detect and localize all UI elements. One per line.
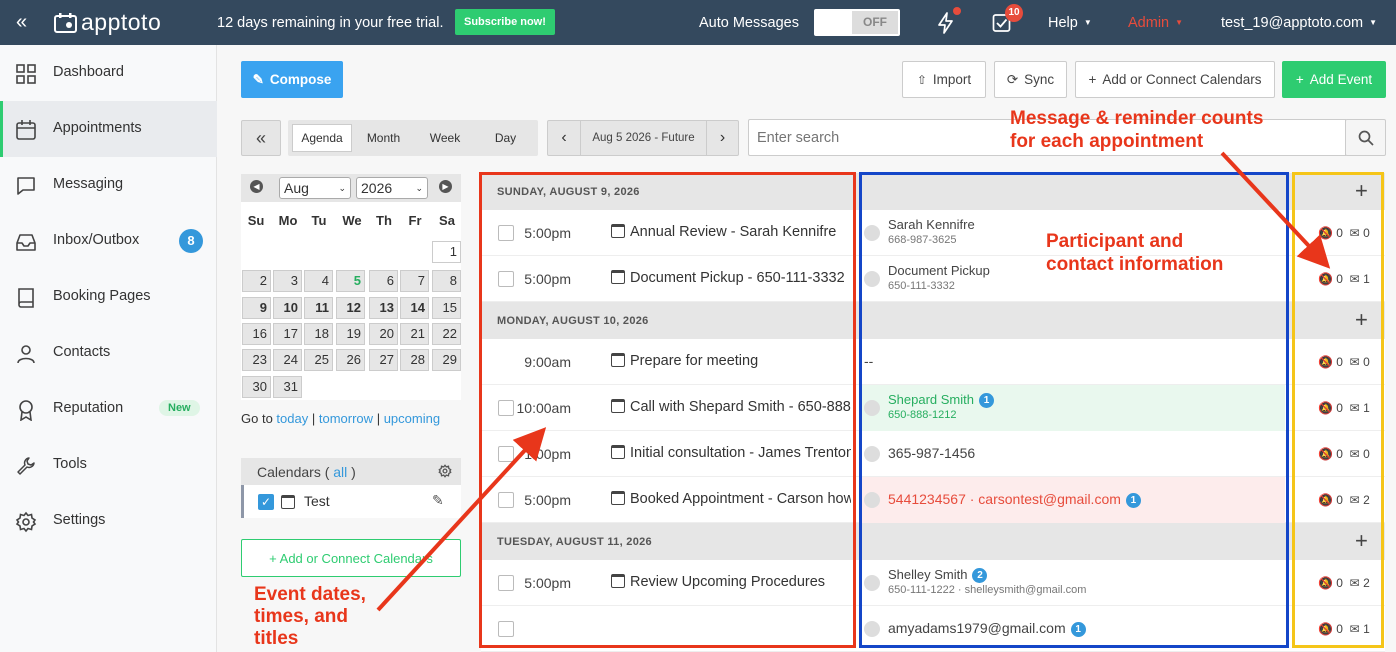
annotation-participants: Participant and contact information	[1046, 230, 1223, 276]
events-arrow	[376, 427, 547, 612]
annotation-line: titles	[254, 628, 299, 649]
annotation-events: Event dates, times, and titles	[254, 584, 366, 650]
annotation-counts: Message & reminder counts for each appoi…	[1010, 107, 1263, 153]
annotation-arrows	[376, 151, 1331, 612]
annotation-line: Participant and	[1046, 231, 1184, 252]
annotation-line: times, and	[254, 606, 348, 627]
annotation-line: contact information	[1046, 254, 1224, 275]
counts-arrow	[1220, 151, 1331, 269]
annotation-line: for each appointment	[1010, 131, 1204, 152]
annotation-line: Event dates,	[254, 584, 366, 605]
annotation-line: Message & reminder counts	[1010, 108, 1264, 129]
